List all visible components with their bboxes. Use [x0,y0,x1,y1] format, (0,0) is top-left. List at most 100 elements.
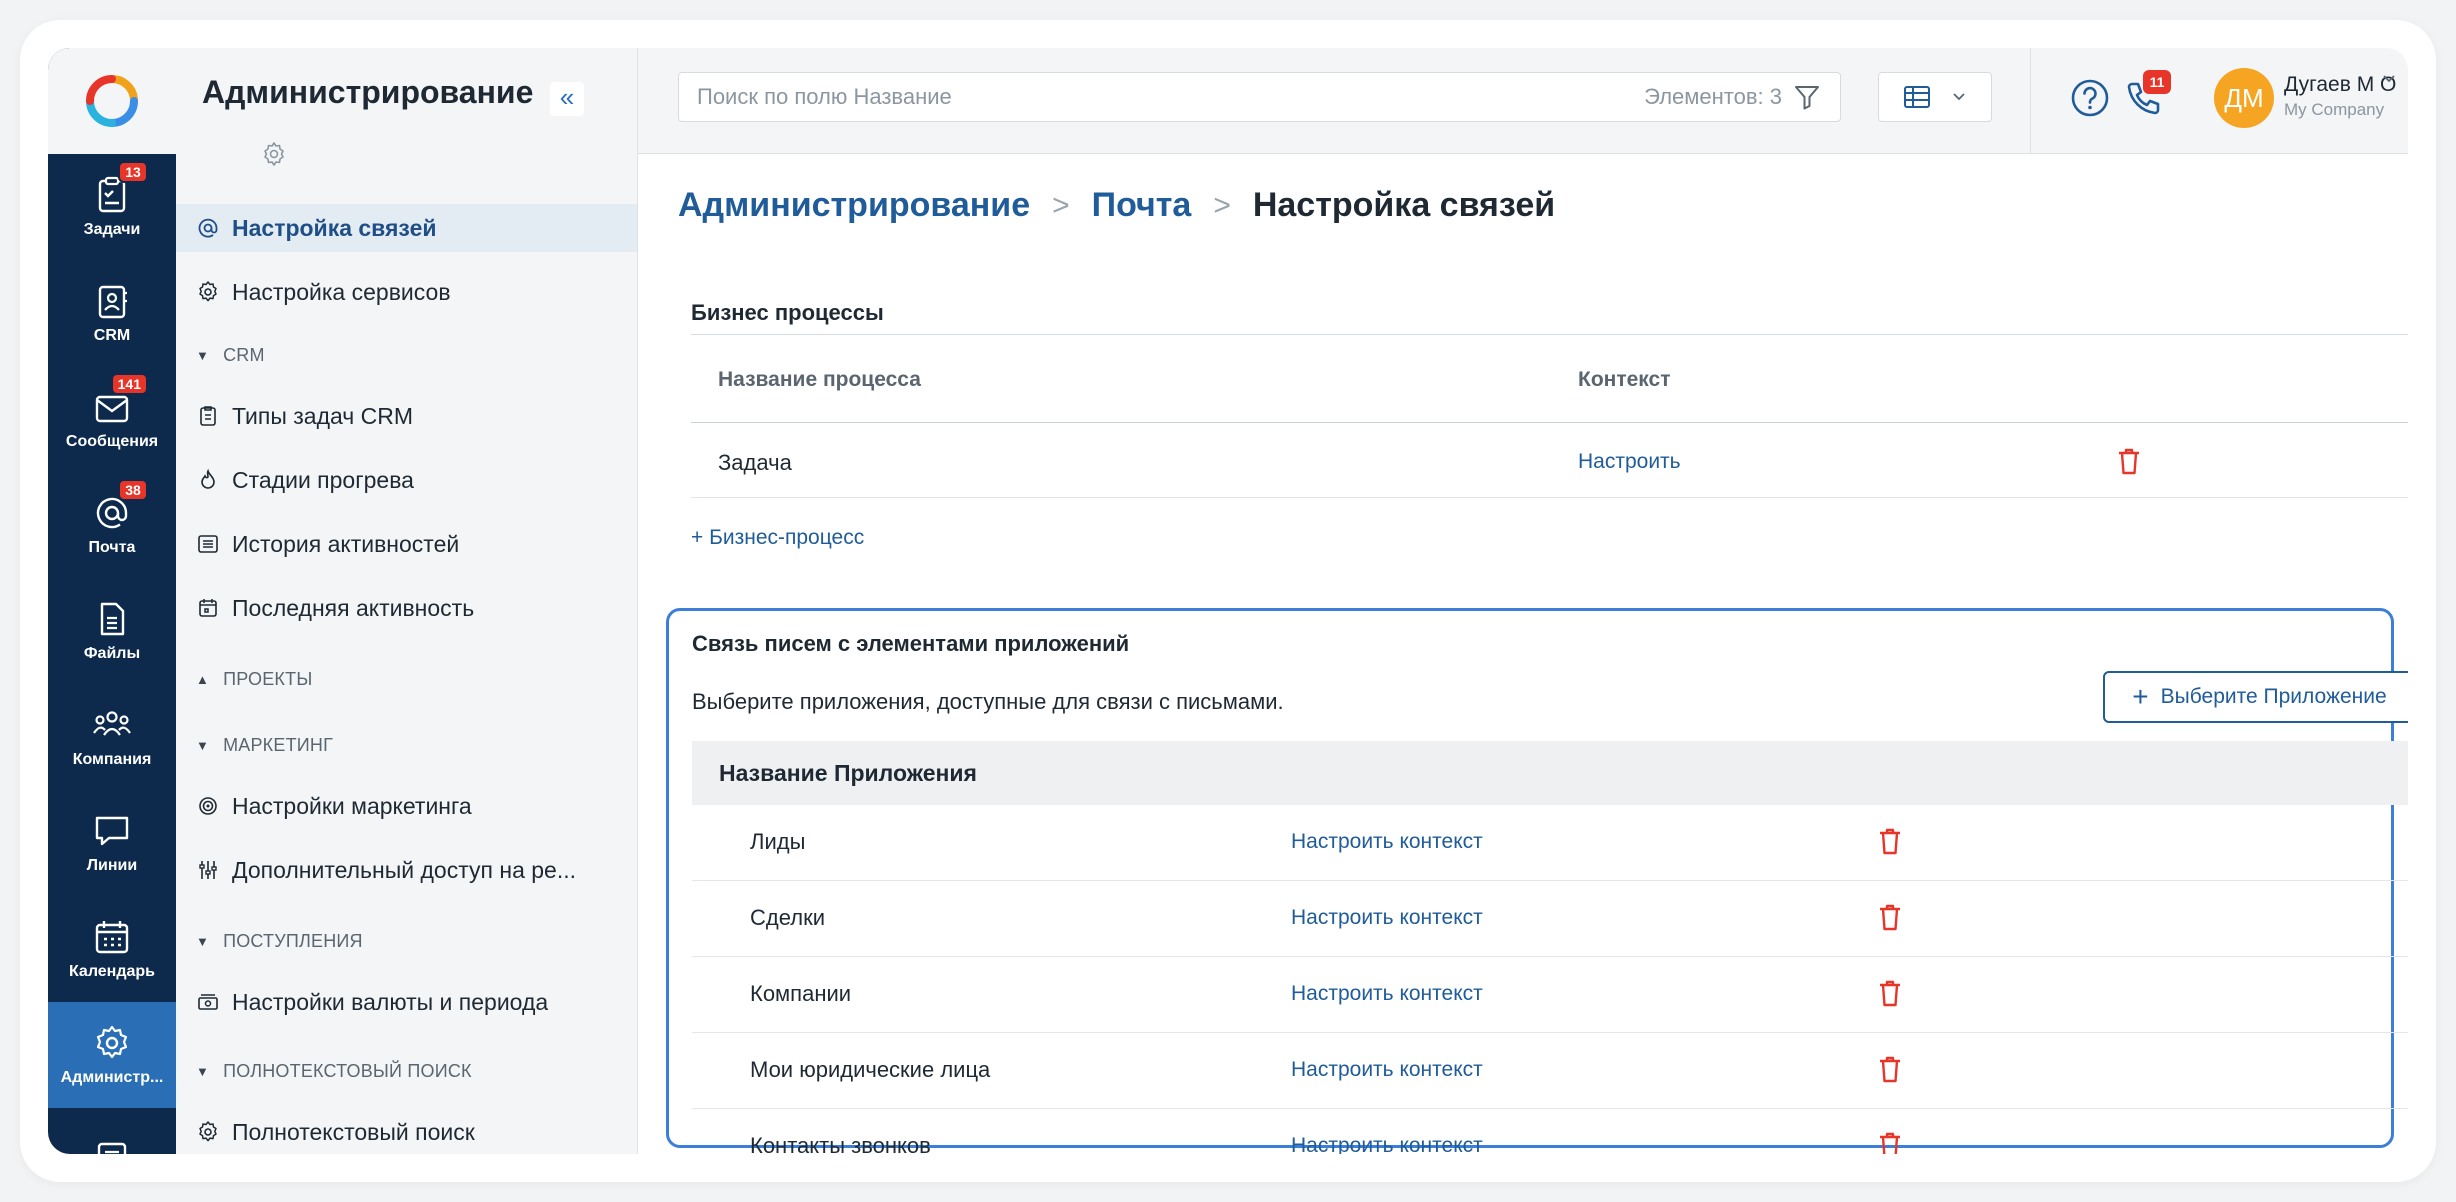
app-name: Лиды [750,829,806,854]
rail-item-lines[interactable]: Линии [48,790,176,896]
trash-icon[interactable] [1877,826,1903,856]
app-name: Контакты звонков [750,1133,931,1154]
help-icon[interactable] [2070,78,2110,118]
flame-icon [196,468,220,492]
table-row: Сделки Настроить контекст [692,881,2408,957]
rail-item-mail[interactable]: 38 Почта [48,472,176,578]
rail-item-admin[interactable]: Администр... [48,1002,176,1108]
divider [691,334,2408,335]
rail-item-files[interactable]: Файлы [48,578,176,684]
filter-icon[interactable] [1792,82,1822,112]
sidebar-item-label: Настройки валюты и периода [232,988,549,1015]
apps-table-header: Название Приложения [692,741,2408,805]
trash-icon[interactable] [1877,978,1903,1008]
rail-label: Сообщения [65,433,159,450]
panel-description: Выберите приложения, доступные для связи… [692,689,1284,714]
section-label: ПОЛНОТЕКСТОВЫЙ ПОИСК [223,1060,472,1081]
breadcrumb-separator: > [1052,188,1070,222]
gear-icon [196,280,220,304]
trash-icon[interactable] [1877,1130,1903,1154]
sidebar-item-activity-history[interactable]: История активностей [176,520,637,568]
rail-item-messages[interactable]: 141 Сообщения [48,366,176,472]
list-icon [196,532,220,556]
rail-label: Почта [88,539,136,556]
sidebar-item-marketing-settings[interactable]: Настройки маркетинга [176,782,637,830]
sidebar-item-extra-access[interactable]: Дополнительный доступ на ре... [176,846,637,894]
sidebar-section-income[interactable]: ▼ ПОСТУПЛЕНИЯ [196,926,363,956]
table-row: Мои юридические лица Настроить контекст [692,1033,2408,1109]
rail-item-calendar[interactable]: Календарь [48,896,176,1002]
rail-badge: 38 [118,479,148,501]
configure-context-link[interactable]: Настроить контекст [1291,982,1483,1006]
top-bar: Элементов: 3 11 ДМ Дугаев М О My Company [638,48,2408,154]
configure-context-link[interactable]: Настроить контекст [1291,1058,1483,1082]
sidebar-section-projects[interactable]: ▲ ПРОЕКТЫ [196,664,312,694]
breadcrumb-separator: > [1213,188,1231,222]
avatar[interactable]: ДМ [2214,68,2274,128]
sidebar-item-link-settings[interactable]: Настройка связей [176,204,637,252]
lines-icon [92,811,132,851]
crm-icon [92,281,132,321]
list-icon [92,1138,132,1154]
collapse-sidebar-button[interactable]: « [550,82,584,116]
sidebar-item-service-settings[interactable]: Настройка сервисов [176,268,637,316]
view-mode-dropdown[interactable] [1878,72,1992,122]
breadcrumb-mail-link[interactable]: Почта [1092,186,1192,225]
divider [691,497,2408,498]
sidebar-item-fulltext-search[interactable]: Полнотекстовый поиск [176,1108,637,1154]
admin-sidebar: Администрирование « Настройка связей Нас… [176,48,638,1154]
app-name: Сделки [750,905,825,930]
panel-title: Связь писем с элементами приложений [692,631,1130,656]
search-input[interactable] [697,84,1645,110]
configure-context-link[interactable]: Настроить контекст [1291,1134,1483,1154]
rail-label: Календарь [68,963,156,980]
rail-item-crm[interactable]: CRM [48,260,176,366]
target-icon [196,794,220,818]
sidebar-item-warmup-stages[interactable]: Стадии прогрева [176,456,637,504]
sidebar-item-currency-settings[interactable]: Настройки валюты и периода [176,978,637,1026]
sidebar-section-marketing[interactable]: ▼ МАРКЕТИНГ [196,730,333,760]
chevron-down-icon[interactable] [2382,74,2396,84]
sidebar-item-last-activity[interactable]: Последняя активность [176,584,637,632]
plus-icon: + [2132,681,2149,712]
sidebar-item-label: Настройка связей [232,214,437,241]
settings-gear-icon[interactable] [260,140,288,168]
configure-context-link[interactable]: Настроить контекст [1291,830,1483,854]
rail-badge: 13 [118,161,148,183]
rail-label: Файлы [83,645,141,662]
sidebar-item-crm-task-types[interactable]: Типы задач CRM [176,392,637,440]
user-name[interactable]: Дугаев М О [2284,73,2396,97]
phone-badge: 11 [2143,70,2171,94]
messages-icon: 141 [92,373,148,427]
trash-icon[interactable] [1877,1054,1903,1084]
sidebar-item-label: Полнотекстовый поиск [232,1118,475,1145]
sliders-icon [196,858,220,882]
breadcrumb-admin-link[interactable]: Администрирование [678,186,1030,225]
user-company: My Company [2284,100,2385,119]
configure-link[interactable]: Настроить [1578,450,1681,474]
rail-label: Линии [86,857,138,874]
select-app-button[interactable]: + Выберите Приложение [2103,671,2408,723]
sidebar-section-crm[interactable]: ▼ CRM [196,340,265,370]
rail-item-tasks[interactable]: 13 Задачи [48,154,176,260]
configure-context-link[interactable]: Настроить контекст [1291,906,1483,930]
page-title: Настройка связей [1252,186,1556,224]
trash-icon[interactable] [2116,446,2142,476]
calendar-icon [92,917,132,957]
trash-icon[interactable] [1877,902,1903,932]
table-row: Лиды Настроить контекст [692,805,2408,881]
sidebar-section-fulltext[interactable]: ▼ ПОЛНОТЕКСТОВЫЙ ПОИСК [196,1056,472,1086]
chevron-down-icon [1953,93,1965,101]
table-row: Компании Настроить контекст [692,957,2408,1033]
column-context: Контекст [1578,368,1671,391]
rail-item-company[interactable]: Компания [48,684,176,790]
calendar-icon [196,596,220,620]
rail-item-more[interactable] [48,1108,176,1154]
rail-badge: 141 [110,373,148,395]
add-business-process-link[interactable]: + Бизнес-процесс [691,526,864,550]
caret-down-icon: ▼ [196,933,210,949]
app-name: Компании [750,981,852,1006]
admin-gear-icon [92,1023,132,1063]
app-logo[interactable] [48,48,176,154]
rail-label: CRM [93,327,131,344]
